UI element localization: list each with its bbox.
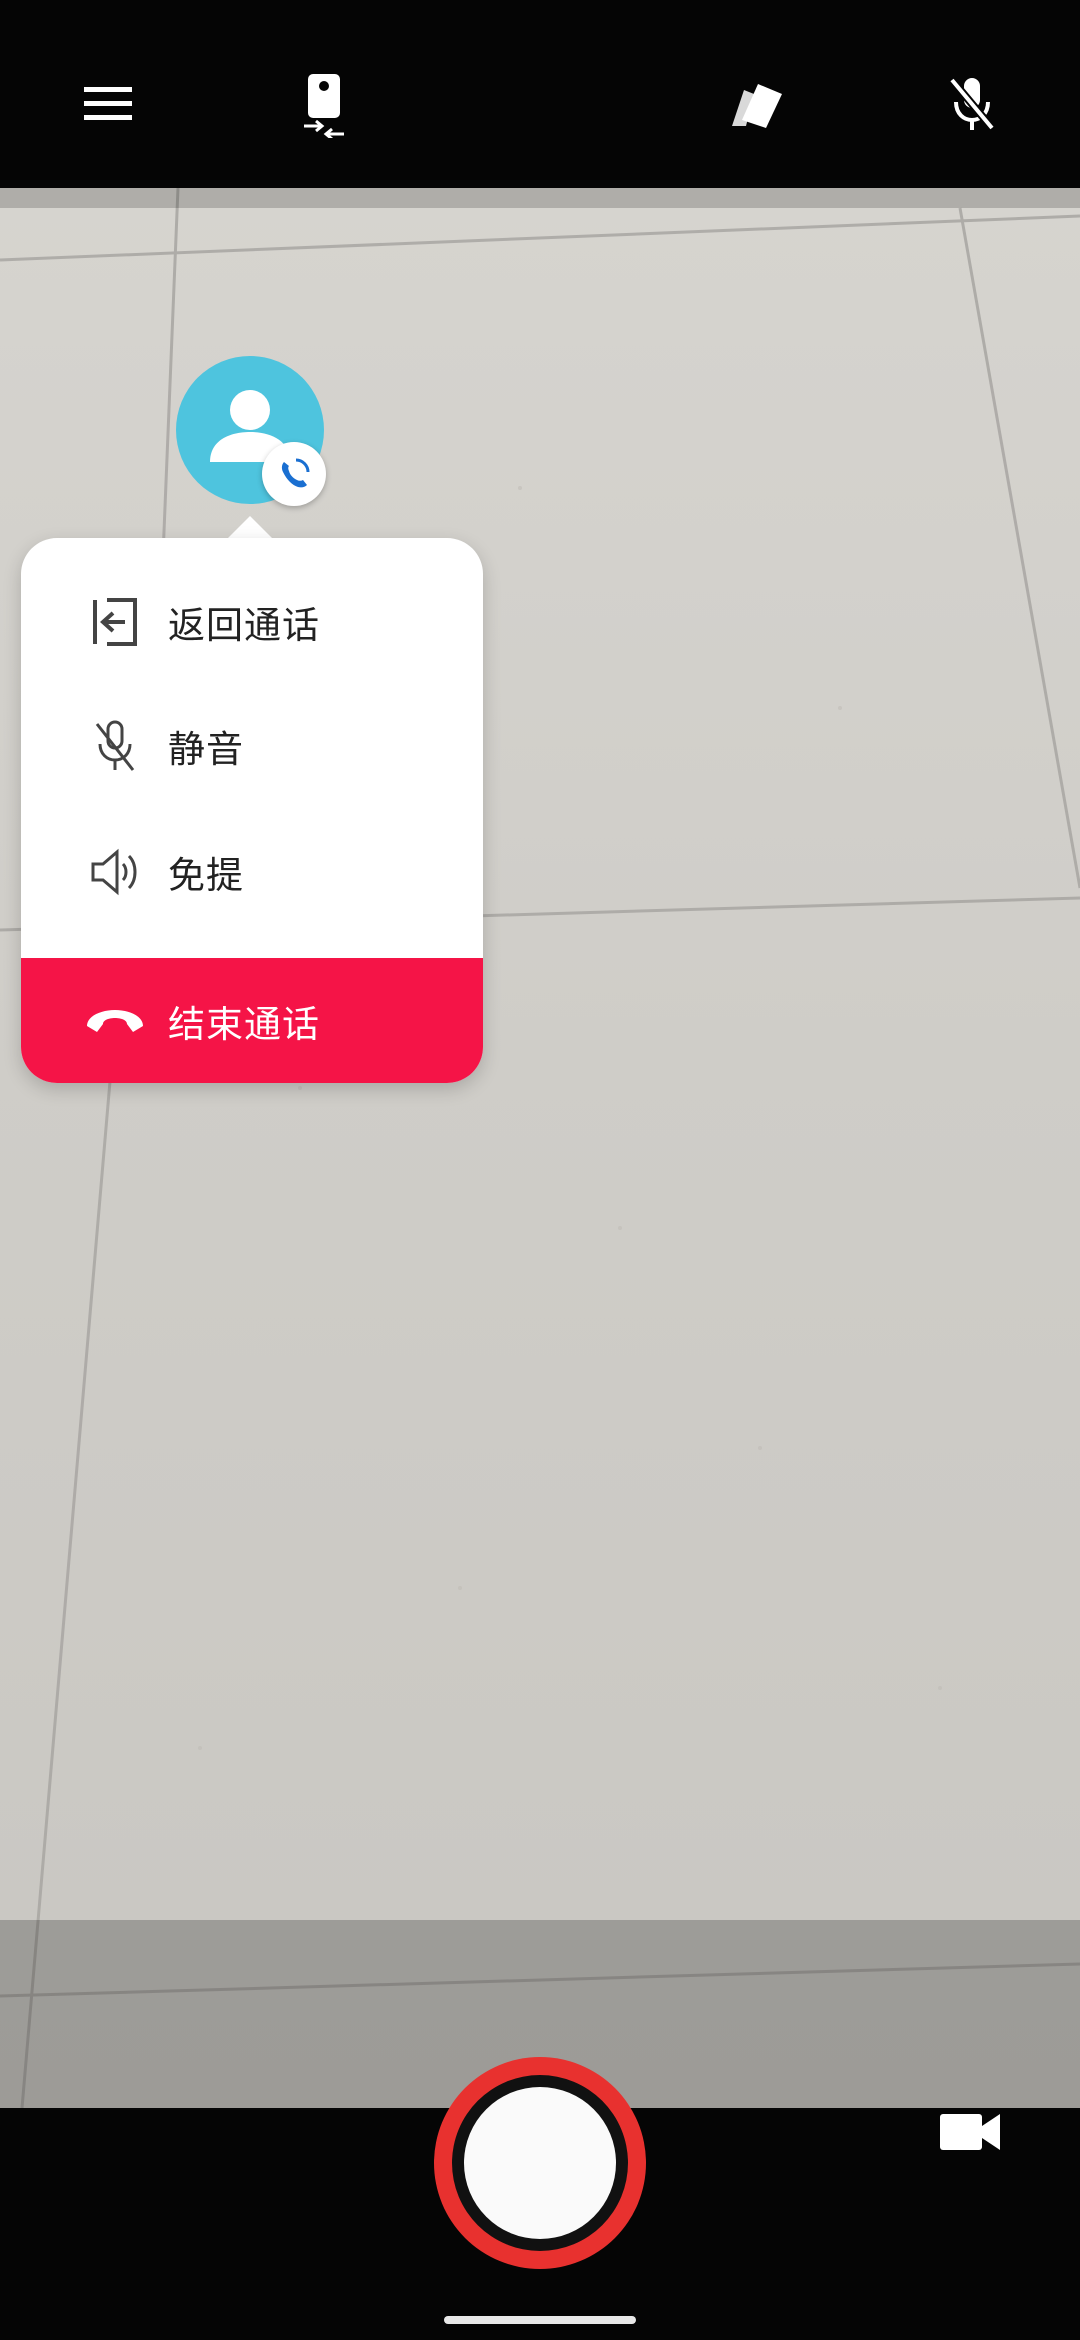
end-call-icon [67,991,163,1051]
viewfinder-top-strip [0,188,1080,208]
switch-camera-button[interactable] [270,54,378,154]
filter-cards-icon [732,84,782,128]
video-mode-button[interactable] [934,2100,1006,2164]
viewfinder-image [0,188,1080,2108]
ongoing-call-icon [281,458,310,488]
camera-flip-icon [304,74,344,138]
mute-item[interactable]: 静音 [21,684,483,808]
return-to-call-item[interactable]: 返回通话 [21,560,483,684]
shutter-ring [452,2075,628,2251]
shutter-button[interactable] [434,2057,646,2269]
speaker-icon [67,842,163,902]
menu-item-label: 返回通话 [168,604,320,647]
call-menu: 返回通话 静音 免提 结束通话 [21,538,483,1083]
camera-top-bar [0,0,1080,188]
menu-item-label: 静音 [168,728,244,771]
menu-pointer [226,516,274,540]
mute-icon [67,716,163,776]
camera-viewfinder[interactable] [0,188,1080,2108]
speaker-item[interactable]: 免提 [21,810,483,934]
home-indicator[interactable] [444,2316,636,2324]
return-to-call-icon [67,592,163,652]
end-call-button[interactable]: 结束通话 [21,958,483,1083]
mic-toggle-button[interactable] [918,54,1026,154]
shutter-core [464,2087,616,2239]
mic-off-icon [948,77,996,131]
video-camera-icon [940,2114,1000,2150]
menu-icon [84,87,132,120]
end-call-label: 结束通话 [168,1003,320,1046]
call-bubble-badge [262,442,326,506]
filters-button[interactable] [702,54,810,154]
menu-item-label: 免提 [168,854,244,897]
menu-button[interactable] [54,54,162,154]
